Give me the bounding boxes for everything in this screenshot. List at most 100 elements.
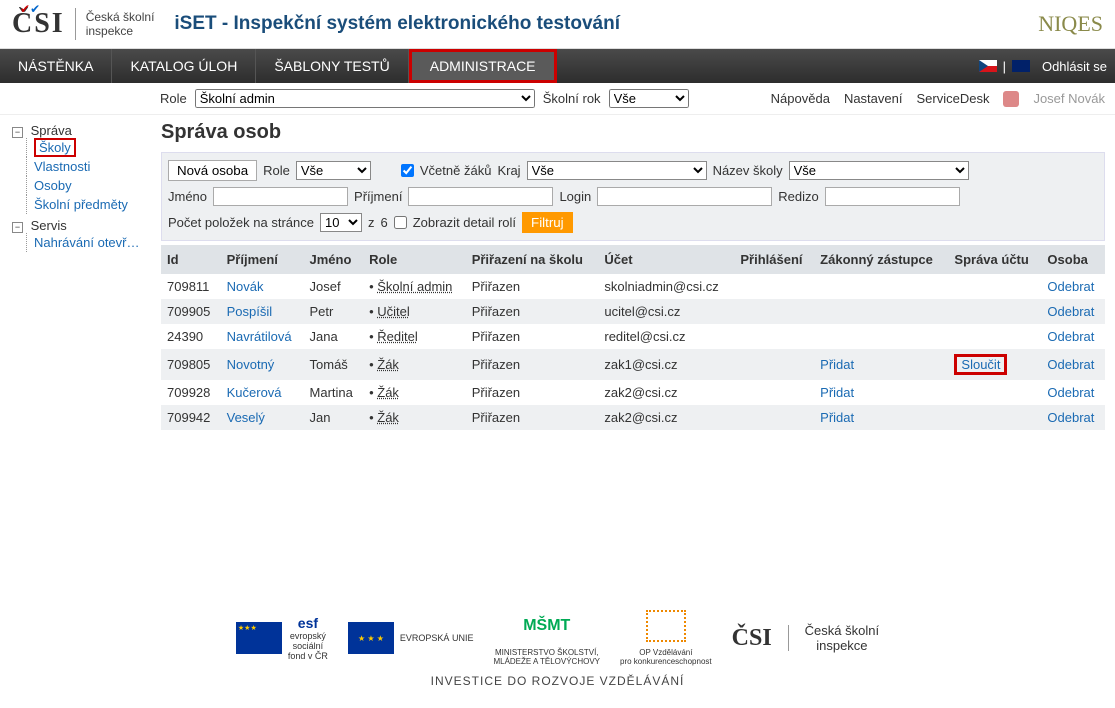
column-header[interactable]: Přihlášení	[734, 245, 814, 274]
new-person-button[interactable]: Nová osoba	[168, 160, 257, 181]
school-name-label: Název školy	[713, 163, 783, 178]
prijmeni-label: Příjmení	[354, 189, 402, 204]
school-name-select[interactable]: Vše	[789, 161, 969, 180]
prijmeni-input[interactable]	[408, 187, 553, 206]
nav-sablony[interactable]: ŠABLONY TESTŮ	[256, 49, 408, 83]
app-title: iSET - Inspekční systém elektronického t…	[174, 13, 620, 35]
table-row: 709928KučerováMartinaŽákPřiřazenzak2@csi…	[161, 380, 1105, 405]
year-select[interactable]: Vše	[609, 89, 689, 108]
table-cell	[948, 380, 1041, 405]
table-cell[interactable]: Odebrat	[1041, 349, 1105, 380]
column-header[interactable]: Role	[363, 245, 466, 274]
role-select[interactable]: Školní admin	[195, 89, 535, 108]
role-label: Role	[160, 91, 187, 106]
table-row: 709905PospíšilPetrUčitelPřiřazenucitel@c…	[161, 299, 1105, 324]
table-cell: Jan	[304, 405, 364, 430]
table-cell[interactable]: Odebrat	[1041, 299, 1105, 324]
user-avatar-icon	[1003, 91, 1019, 107]
table-cell	[814, 324, 948, 349]
filter-role-label: Role	[263, 163, 290, 178]
column-header[interactable]: Příjmení	[221, 245, 304, 274]
table-cell[interactable]: Odebrat	[1041, 324, 1105, 349]
kraj-select[interactable]: Vše	[527, 161, 707, 180]
show-role-detail-checkbox[interactable]	[394, 216, 407, 229]
nav-administrace[interactable]: ADMINISTRACE	[409, 49, 557, 83]
servicedesk-link[interactable]: ServiceDesk	[916, 91, 989, 106]
main-nav: NÁSTĚNKA KATALOG ÚLOH ŠABLONY TESTŮ ADMI…	[0, 49, 1115, 83]
table-cell	[814, 274, 948, 299]
login-input[interactable]	[597, 187, 772, 206]
table-cell[interactable]: Pospíšil	[221, 299, 304, 324]
persons-table: IdPříjmeníJménoRolePřiřazení na školuÚče…	[161, 245, 1105, 430]
sidebar-item-skoly[interactable]: Školy	[34, 138, 76, 157]
table-cell	[948, 324, 1041, 349]
table-cell: Přiřazen	[466, 349, 599, 380]
include-pupils-label: Včetně žáků	[420, 163, 492, 178]
table-cell: Ředitel	[363, 324, 466, 349]
table-cell: Žák	[363, 380, 466, 405]
column-header[interactable]: Účet	[598, 245, 734, 274]
footer: ★★★ esfevropský sociální fond v ČR ★ ★ ★…	[0, 430, 1115, 708]
table-cell: reditel@csi.cz	[598, 324, 734, 349]
table-cell[interactable]: Přidat	[814, 405, 948, 430]
jmeno-input[interactable]	[213, 187, 348, 206]
help-link[interactable]: Nápověda	[771, 91, 830, 106]
tree-toggle-icon[interactable]: −	[12, 127, 23, 138]
total-count: 6	[380, 215, 387, 230]
login-label: Login	[559, 189, 591, 204]
table-cell	[948, 299, 1041, 324]
logout-link[interactable]: Odhlásit se	[1042, 59, 1107, 74]
table-cell[interactable]: Přidat	[814, 349, 948, 380]
table-cell: Přiřazen	[466, 380, 599, 405]
csi-footer-logo: ČSI Česká školní inspekce	[732, 623, 879, 653]
user-name: Josef Novák	[1033, 91, 1105, 106]
table-cell[interactable]: Odebrat	[1041, 380, 1105, 405]
nav-katalog[interactable]: KATALOG ÚLOH	[112, 49, 256, 83]
table-cell[interactable]: Odebrat	[1041, 274, 1105, 299]
table-cell[interactable]: Navrátilová	[221, 324, 304, 349]
filter-button[interactable]: Filtruj	[522, 212, 573, 233]
table-cell: skolniadmin@csi.cz	[598, 274, 734, 299]
column-header[interactable]: Zákonný zástupce	[814, 245, 948, 274]
table-cell[interactable]: Veselý	[221, 405, 304, 430]
table-cell: Žák	[363, 405, 466, 430]
show-role-detail-label: Zobrazit detail rolí	[413, 215, 516, 230]
table-row: 709942VeselýJanŽákPřiřazenzak2@csi.czPři…	[161, 405, 1105, 430]
nav-nastenka[interactable]: NÁSTĚNKA	[0, 49, 112, 83]
tree-toggle-icon[interactable]: −	[12, 222, 23, 233]
settings-link[interactable]: Nastavení	[844, 91, 903, 106]
table-cell: Přiřazen	[466, 299, 599, 324]
table-cell	[734, 380, 814, 405]
sidebar-item-nahravani[interactable]: Nahrávání otevř…	[34, 235, 140, 250]
sidebar-item-osoby[interactable]: Osoby	[34, 178, 72, 193]
table-row: 709811NovákJosefŠkolní adminPřiřazenskol…	[161, 274, 1105, 299]
tree-servis[interactable]: Servis	[31, 218, 67, 233]
column-header[interactable]: Přiřazení na školu	[466, 245, 599, 274]
column-header[interactable]: Id	[161, 245, 221, 274]
sidebar-item-predmety[interactable]: Školní předměty	[34, 197, 128, 212]
table-cell[interactable]: Novák	[221, 274, 304, 299]
table-cell: Žák	[363, 349, 466, 380]
include-pupils-checkbox[interactable]	[401, 164, 414, 177]
table-cell: 709928	[161, 380, 221, 405]
column-header[interactable]: Jméno	[304, 245, 364, 274]
perpage-select[interactable]: 10	[320, 213, 362, 232]
redizo-input[interactable]	[825, 187, 960, 206]
flag-cz-icon[interactable]	[979, 60, 997, 72]
table-cell[interactable]: Kučerová	[221, 380, 304, 405]
filter-role-select[interactable]: Vše	[296, 161, 371, 180]
flag-uk-icon[interactable]	[1012, 60, 1030, 72]
tree-sprava[interactable]: Správa	[31, 123, 72, 138]
sidebar-item-vlastnosti[interactable]: Vlastnosti	[34, 159, 90, 174]
table-cell: Přiřazen	[466, 405, 599, 430]
table-cell: 709811	[161, 274, 221, 299]
table-cell[interactable]: Přidat	[814, 380, 948, 405]
sub-toolbar: Role Školní admin Školní rok Vše Nápověd…	[0, 83, 1115, 115]
column-header[interactable]: Osoba	[1041, 245, 1105, 274]
table-cell[interactable]: Sloučit	[948, 349, 1041, 380]
table-cell[interactable]: Novotný	[221, 349, 304, 380]
table-row: 709805NovotnýTomášŽákPřiřazenzak1@csi.cz…	[161, 349, 1105, 380]
column-header[interactable]: Správa účtu	[948, 245, 1041, 274]
table-cell[interactable]: Odebrat	[1041, 405, 1105, 430]
eu-logo: ★ ★ ★ EVROPSKÁ UNIE	[348, 622, 474, 654]
